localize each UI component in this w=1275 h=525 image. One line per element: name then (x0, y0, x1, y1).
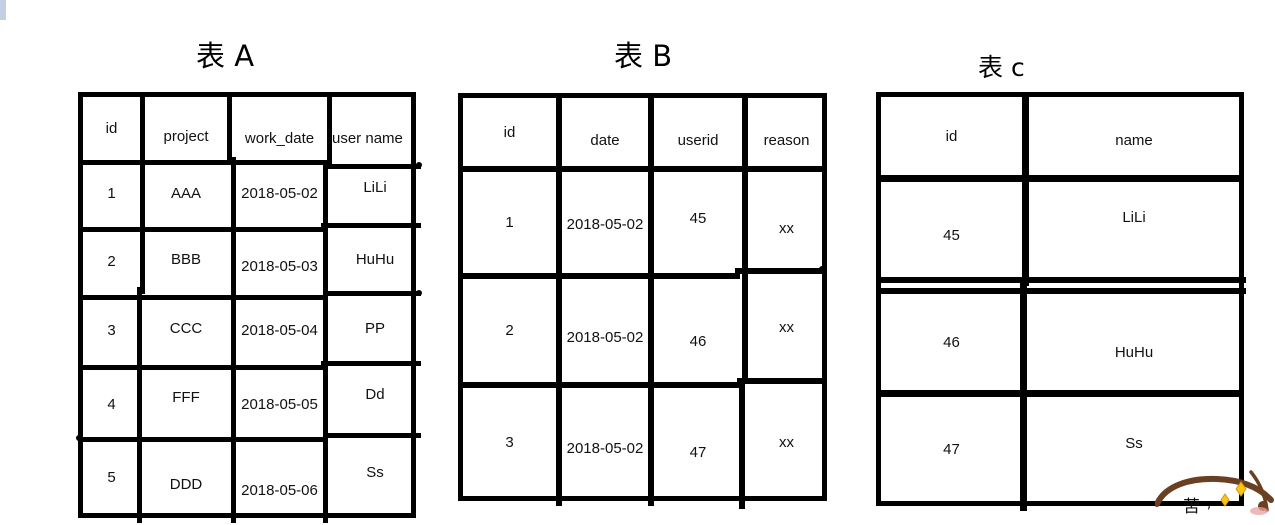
table-b-cell-r2c2: 2018-05-02 (566, 329, 644, 346)
table-a-cell-r1c1: 1 (107, 185, 116, 202)
table-a: id project work_date user name 1 AAA 201… (76, 92, 422, 523)
table-b-cell-r2c4: xx (779, 319, 794, 336)
table-c-col-divider-1 (1022, 94, 1029, 286)
table-c-cell-r2c1: 46 (943, 333, 960, 351)
table-a-cell-r2c1: 2 (107, 252, 116, 270)
table-c-cell-r3c1: 47 (943, 440, 960, 458)
table-a-cell-r1c3: 2018-05-02 (241, 185, 318, 202)
table-a-cell-r1c2: AAA (170, 185, 201, 202)
table-b-header-reason: reason (763, 131, 810, 149)
table-b-header-id: id (503, 123, 516, 141)
table-b-header-date: date (590, 131, 620, 149)
table-a-cell-r5c1: 5 (107, 468, 116, 486)
table-a-cell-r3c3: 2018-05-04 (241, 321, 318, 339)
table-b-cell-r3c1: 3 (505, 433, 514, 451)
table-b-cell-r3c4: xx (779, 433, 794, 451)
table-a-cell-r5c3: 2018-05-06 (241, 481, 318, 499)
table-a-header-id: id (105, 120, 118, 137)
whiteboard-canvas: 表 A 表 B 表 c id project work_date user na… (0, 0, 1275, 523)
table-b-header-userid: userid (677, 131, 719, 149)
table-a-cell-r3c2: CCC (169, 319, 203, 337)
table-b-cell-r2c1: 2 (505, 322, 514, 339)
table-c-cell-r1c2: LiLi (1122, 208, 1146, 226)
table-b-cell-r1c3: 45 (689, 210, 707, 227)
table-a-cell-r4c1: 4 (107, 396, 116, 413)
table-b-cell-r1c2: 2018-05-02 (566, 216, 644, 233)
table-b-cell-r1c4: xx (779, 220, 794, 237)
table-b-cell-r3c3: 47 (689, 443, 707, 461)
top-left-color-sliver (0, 0, 6, 20)
table-a-pen-nub-3 (76, 435, 82, 441)
table-a-cell-r3c4: PP (364, 319, 385, 337)
table-c-cell-r1c1: 45 (943, 226, 960, 244)
table-a-header-project: project (163, 128, 209, 145)
table-a-cell-r2c4: HuHu (355, 250, 395, 268)
table-b-cell-r2c3: 46 (689, 333, 707, 350)
table-a-cell-r4c4: Dd (365, 386, 385, 403)
table-c-row-divider-2a (878, 277, 1246, 283)
table-a-cell-r5c2: DDD (169, 475, 203, 493)
table-c-title: 表 c (978, 53, 1025, 82)
table-a-cell-r5c4: Ss (366, 463, 384, 481)
table-a-cell-r3c1: 3 (107, 321, 116, 339)
table-a-title: 表 A (196, 39, 255, 73)
table-c-cell-r2c2: HuHu (1114, 343, 1154, 361)
table-b-cell-r1c1: 1 (505, 214, 514, 231)
table-a-cell-r2c2: BBB (170, 250, 201, 268)
table-c-cell-r3c2: Ss (1125, 434, 1143, 452)
table-c-header-name: name (1115, 131, 1153, 149)
table-b-title: 表 B (614, 39, 673, 73)
table-c: id name 45 LiLi 46 HuHu 47 Ss (876, 92, 1246, 511)
table-a-cell-r1c4: LiLi (363, 179, 387, 196)
table-b: id date userid reason 1 2018-05-02 45 xx… (458, 93, 827, 509)
table-a-cell-r4c3: 2018-05-05 (241, 396, 318, 413)
table-a-cell-r2c3: 2018-05-03 (241, 257, 318, 275)
table-b-cell-r3c2: 2018-05-02 (566, 439, 644, 457)
table-a-cell-r4c2: FFF (172, 389, 200, 406)
table-c-header-id: id (945, 127, 958, 145)
